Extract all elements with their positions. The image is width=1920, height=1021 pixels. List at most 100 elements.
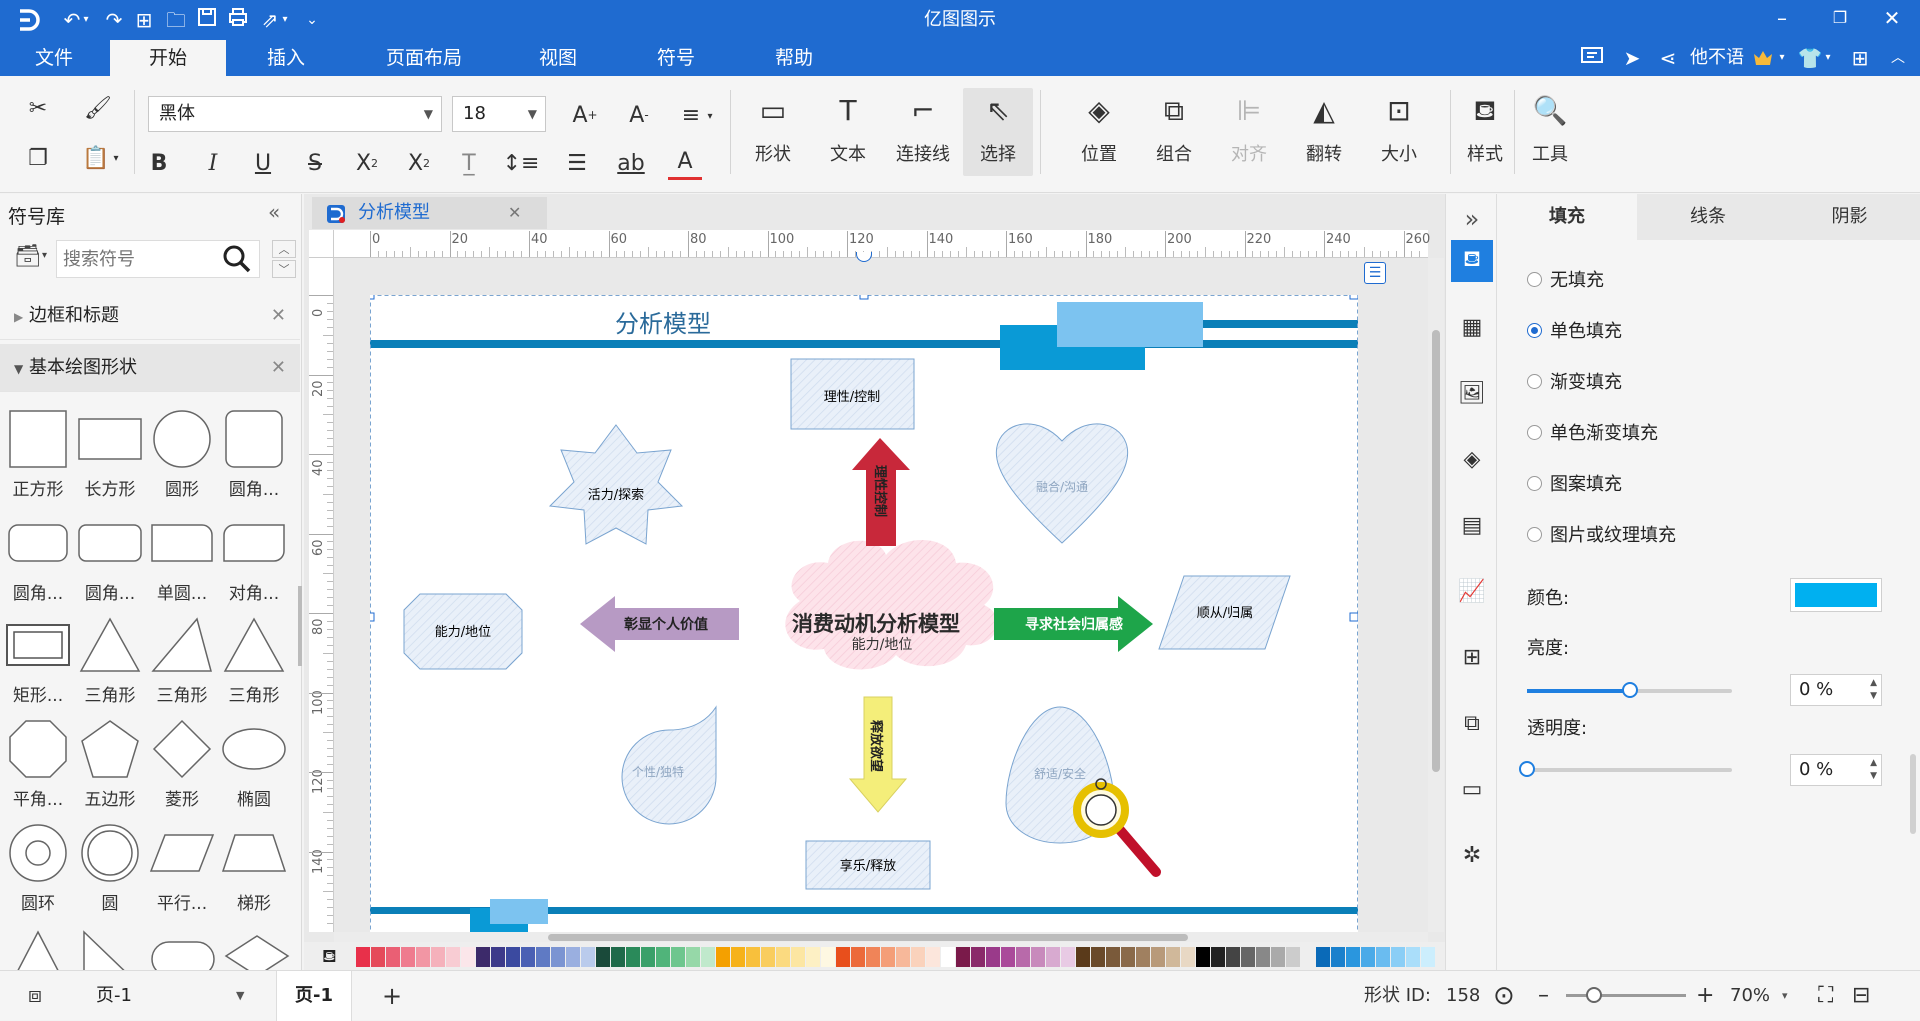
node-star-label[interactable]: 活力/探索 — [588, 488, 644, 503]
color-swatch[interactable] — [1226, 947, 1240, 967]
color-swatch[interactable] — [941, 947, 955, 967]
tab-line[interactable]: 线条 — [1637, 194, 1779, 240]
vertical-scroll-thumb[interactable] — [1432, 330, 1440, 772]
color-swatch[interactable] — [1256, 947, 1270, 967]
undo-dropdown-icon[interactable]: ▾ — [80, 6, 92, 34]
color-swatch[interactable] — [446, 947, 460, 967]
node-heart-label[interactable]: 融合/沟通 — [1036, 479, 1088, 494]
shape-parallelogram[interactable]: 平行... — [146, 820, 218, 914]
color-swatch[interactable] — [1121, 947, 1135, 967]
style-button[interactable]: ⛾ 样式 — [1450, 88, 1520, 176]
color-swatch[interactable] — [1001, 947, 1015, 967]
color-swatch[interactable] — [896, 947, 910, 967]
horizontal-scroll-thumb[interactable] — [548, 934, 1188, 941]
shape-diagonal-round-rect[interactable]: 对角... — [218, 510, 290, 604]
magnifier-clipart-icon[interactable] — [1073, 778, 1161, 877]
font-size-select[interactable]: 18 ▼ — [452, 96, 546, 132]
shape-square[interactable]: 正方形 — [2, 406, 74, 500]
shape-double-circle[interactable]: 圆 — [74, 820, 146, 914]
text-style-icon[interactable]: T̲ — [452, 146, 486, 180]
customize-toolbar-icon[interactable]: ⌄ — [298, 6, 326, 34]
color-swatch[interactable] — [506, 947, 520, 967]
color-swatch[interactable] — [671, 947, 685, 967]
color-swatch[interactable] — [866, 947, 880, 967]
node-bottom-label[interactable]: 享乐/释放 — [840, 858, 896, 874]
user-name[interactable]: 他不语 — [1690, 40, 1744, 76]
strikethrough-icon[interactable]: S — [298, 146, 332, 180]
group-button[interactable]: ⧉ 组合 — [1139, 88, 1209, 176]
selection-handle[interactable] — [1349, 295, 1358, 300]
color-swatch[interactable] — [821, 947, 835, 967]
flip-button[interactable]: ◭ 翻转 — [1289, 88, 1359, 176]
print-icon[interactable] — [224, 6, 252, 34]
text-button[interactable]: T 文本 — [813, 88, 883, 176]
shape-rectangle[interactable]: 长方形 — [74, 406, 146, 500]
shape-ellipse[interactable]: 椭圆 — [218, 716, 290, 810]
selection-handle[interactable] — [1349, 612, 1358, 622]
expand-panel-icon[interactable]: » — [1451, 198, 1493, 240]
shape-button[interactable]: ▭ 形状 — [738, 88, 808, 176]
close-category-icon[interactable]: ✕ — [271, 344, 286, 392]
shape-hexagon-partial[interactable] — [224, 934, 290, 970]
shape-frame-rect[interactable]: 矩形... — [2, 612, 74, 706]
page-view-icon[interactable]: ⧈ — [28, 971, 42, 1021]
tab-fill[interactable]: 填充 — [1497, 194, 1637, 240]
spin-arrows-icon[interactable]: ▲ ▼ — [1870, 677, 1877, 703]
zoom-level[interactable]: 70% — [1730, 971, 1770, 1021]
color-swatch[interactable] — [356, 947, 370, 967]
shape-ring[interactable]: 圆环 — [2, 820, 74, 914]
open-folder-icon[interactable]: 🗀 — [162, 6, 190, 34]
color-swatch[interactable] — [1316, 947, 1330, 967]
search-input[interactable] — [63, 247, 213, 271]
comment-icon[interactable] — [1578, 44, 1606, 72]
color-swatch[interactable] — [1046, 947, 1060, 967]
page-icon[interactable]: ▤ — [1451, 504, 1493, 546]
chart-icon[interactable]: 📈 — [1451, 570, 1493, 612]
save-icon[interactable] — [193, 6, 221, 34]
transparency-slider[interactable] — [1519, 761, 1732, 777]
color-swatch[interactable] — [641, 947, 655, 967]
new-file-icon[interactable]: ⊞ — [130, 6, 158, 34]
shape-stadium-partial[interactable] — [150, 940, 216, 970]
close-button[interactable]: ✕ — [1878, 4, 1906, 32]
radio-solid-fill[interactable]: 单色填充 — [1527, 317, 1622, 343]
shape-triangle-2[interactable]: 三角形 — [146, 612, 218, 706]
bold-icon[interactable]: B — [142, 146, 176, 180]
menu-view[interactable]: 视图 — [522, 40, 594, 76]
arrow-right-label[interactable]: 寻求社会归属感 — [1025, 616, 1123, 633]
fill-panel-icon[interactable]: ⛾ — [1451, 240, 1493, 282]
shape-rounded-square[interactable]: 圆角... — [218, 406, 290, 500]
table-icon[interactable]: ⊞ — [1451, 636, 1493, 678]
shapes-grid-icon[interactable]: ▦ — [1451, 306, 1493, 348]
color-swatch[interactable] — [1091, 947, 1105, 967]
color-swatch[interactable] — [686, 947, 700, 967]
zoom-slider[interactable] — [1566, 987, 1686, 1003]
fit-page-icon[interactable]: ⛶ — [1818, 971, 1833, 1021]
color-swatch[interactable] — [416, 947, 430, 967]
vertical-scrollbar[interactable] — [1428, 258, 1444, 932]
color-swatch[interactable] — [956, 947, 970, 967]
node-drop-left-label[interactable]: 个性/独特 — [632, 764, 684, 779]
transparency-input[interactable]: 0 % ▲ ▼ — [1790, 754, 1882, 786]
arrow-up-label[interactable]: 理性控制 — [872, 465, 888, 517]
layers-icon[interactable]: ◈ — [1451, 438, 1493, 480]
brightness-input[interactable]: 0 % ▲ ▼ — [1790, 674, 1882, 706]
restore-button[interactable]: ❐ — [1826, 4, 1854, 32]
shape-rounded-rect-1[interactable]: 圆角... — [2, 510, 74, 604]
decrease-font-icon[interactable]: A- — [622, 98, 656, 132]
color-swatch[interactable] — [851, 947, 865, 967]
node-top-label[interactable]: 理性/控制 — [824, 390, 880, 405]
diagram-canvas[interactable]: 分析模型 理性/控制 活力/探索 融合/沟通 能力/地位 顺从/归属 个性/独特… — [370, 295, 1358, 935]
zoom-slider-knob[interactable] — [1586, 987, 1602, 1003]
color-swatch[interactable] — [566, 947, 580, 967]
page-select[interactable]: 页-1 ▼ — [78, 981, 250, 1011]
color-swatch[interactable] — [716, 947, 730, 967]
color-picker-button[interactable] — [1790, 578, 1882, 612]
fill-bucket-icon[interactable]: ⛾ — [322, 946, 337, 970]
shape-single-round-rect[interactable]: 单圆... — [146, 510, 218, 604]
horizontal-scrollbar[interactable] — [334, 932, 1428, 942]
color-swatch[interactable] — [551, 947, 565, 967]
color-swatch[interactable] — [1361, 947, 1375, 967]
close-category-icon[interactable]: ✕ — [271, 292, 286, 340]
color-swatch[interactable] — [536, 947, 550, 967]
